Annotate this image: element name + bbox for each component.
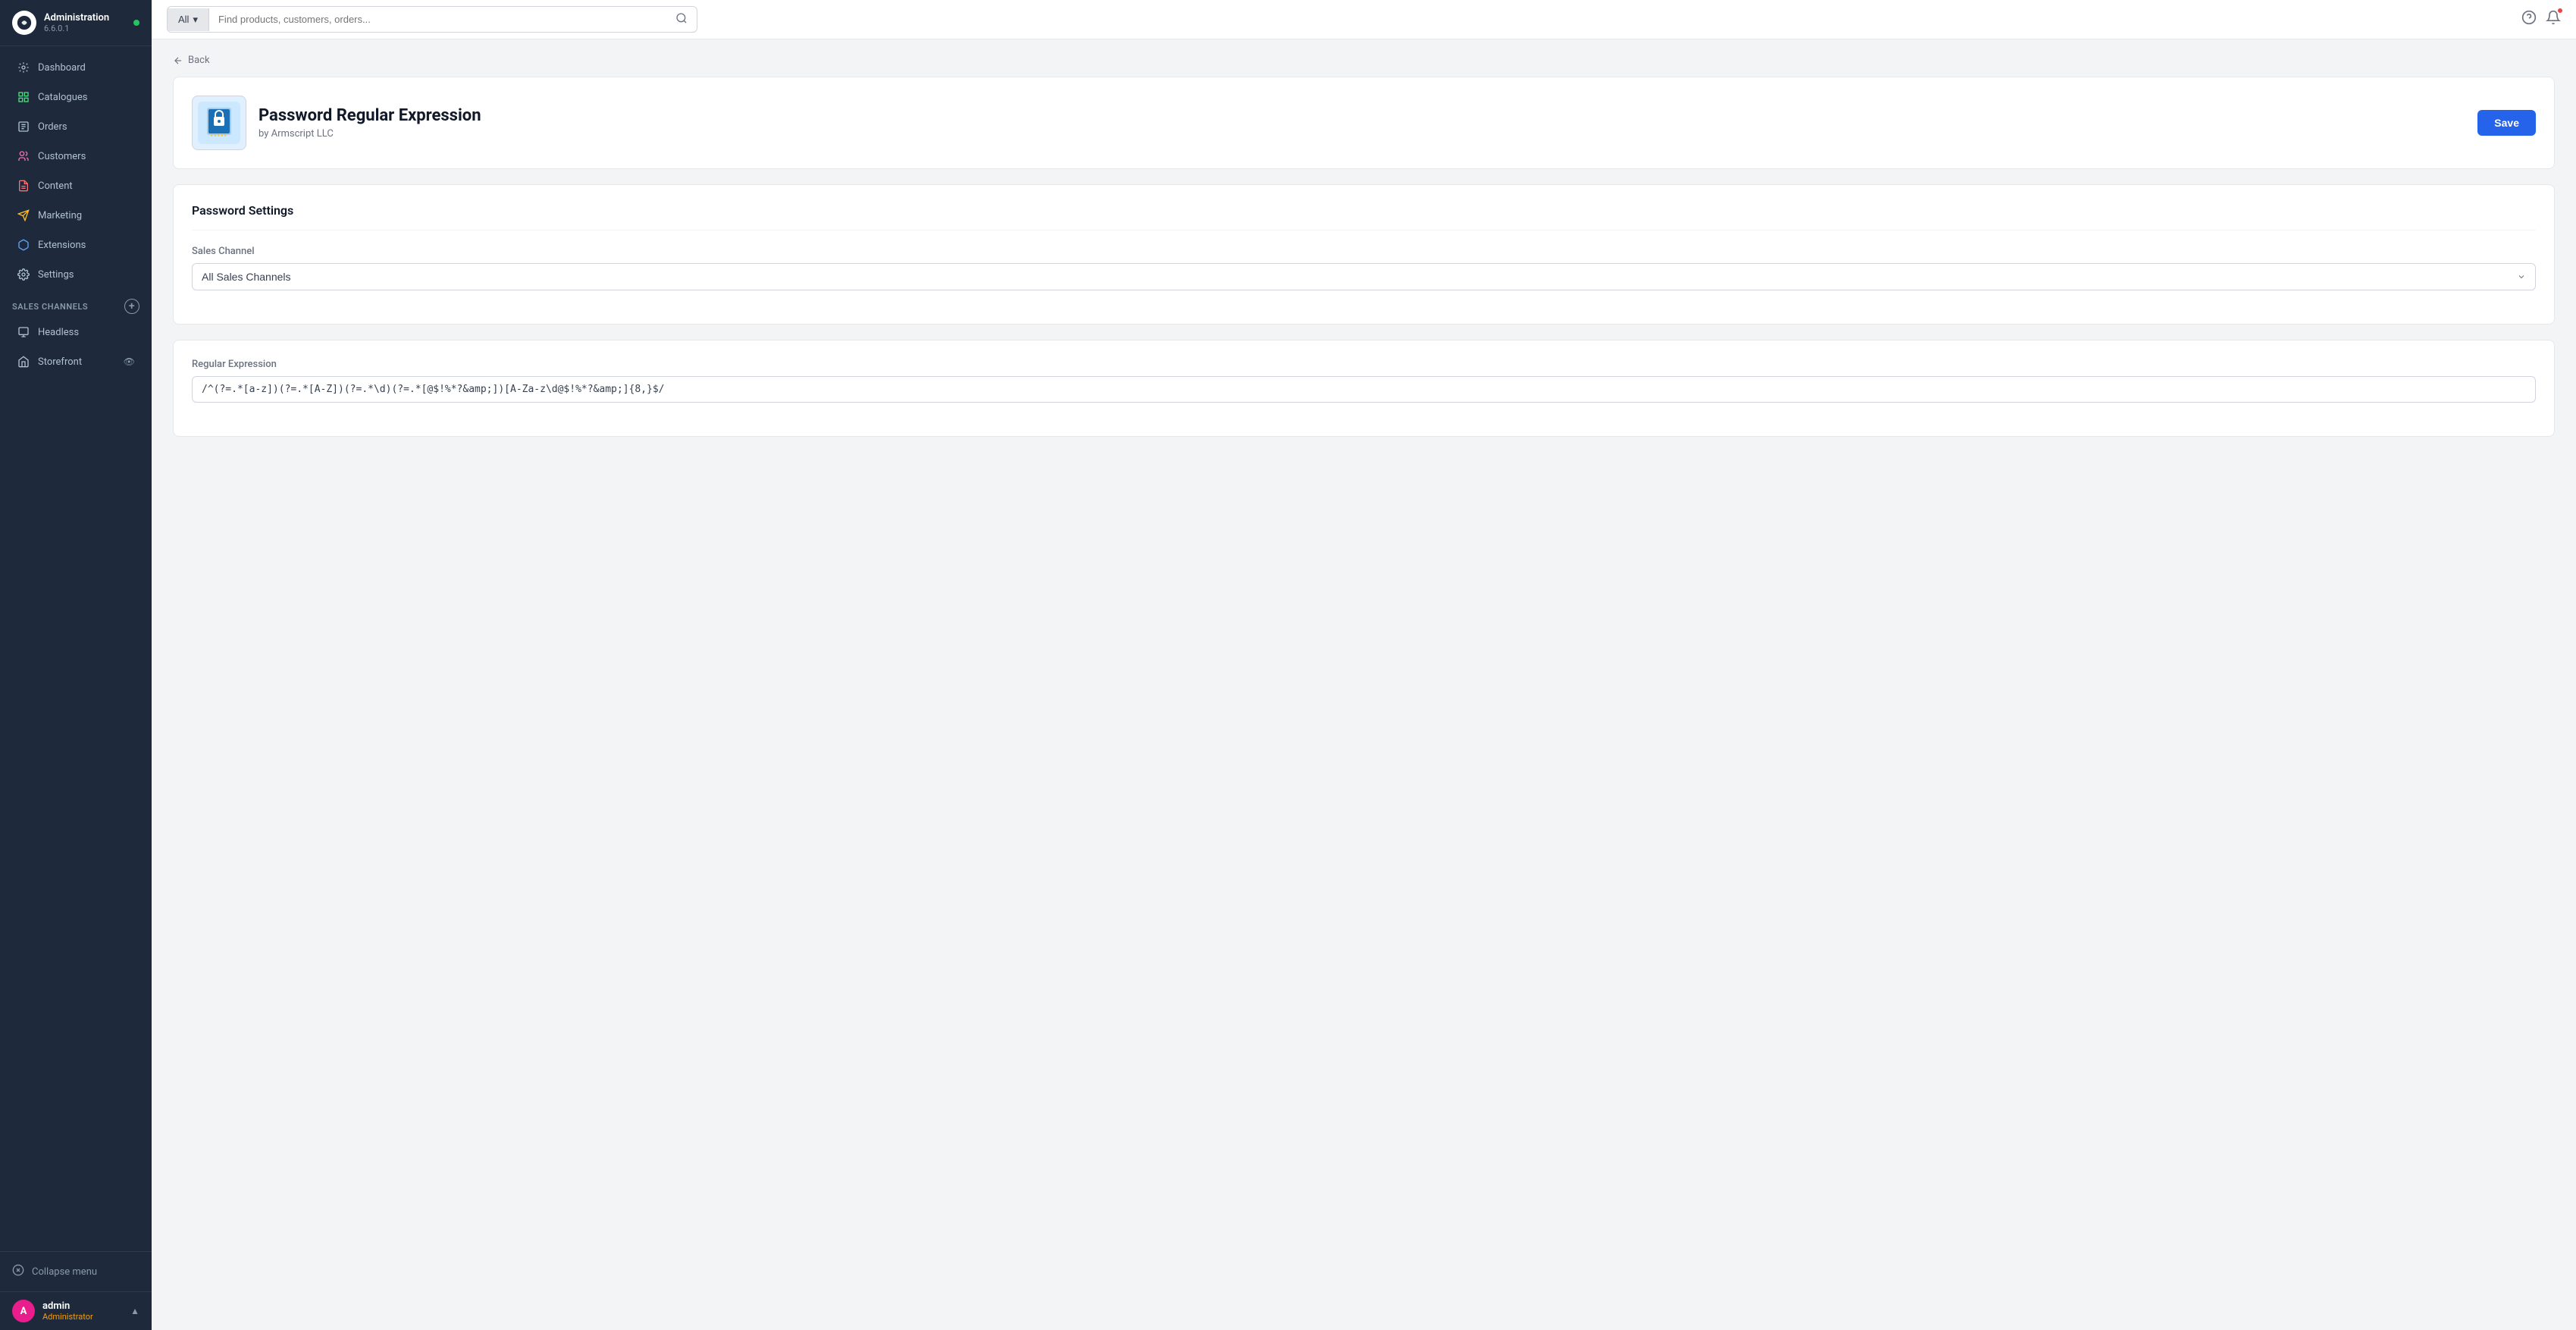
marketing-icon (17, 209, 30, 222)
plugin-by: by Armscript LLC (259, 128, 2465, 140)
settings-label: Settings (38, 269, 74, 281)
search-wrapper: All ▾ (167, 6, 697, 33)
app-version: 6.6.0.1 (44, 24, 126, 33)
plugin-logo: ★★★★★ (192, 96, 246, 150)
customers-label: Customers (38, 151, 86, 162)
catalogues-icon (17, 90, 30, 104)
main-nav: Dashboard Catalogues Orders Customers (0, 46, 152, 1251)
page-content: Back (152, 39, 2576, 1330)
password-settings-card: Password Settings Sales Channel All Sale… (173, 184, 2555, 325)
search-submit-button[interactable] (666, 7, 697, 32)
search-input[interactable] (209, 8, 666, 30)
regex-card: Regular Expression (173, 340, 2555, 437)
sales-channel-field: Sales Channel All Sales Channels (192, 246, 2536, 290)
collapse-menu-button[interactable]: Collapse menu (12, 1259, 139, 1284)
back-label: Back (188, 55, 210, 66)
storefront-eye-icon: 👁 (124, 356, 135, 367)
sidebar: Administration 6.6.0.1 Dashboard Catalog… (0, 0, 152, 1330)
user-chevron-icon: ▲ (130, 1306, 139, 1316)
plugin-title-area: Password Regular Expression by Armscript… (259, 106, 2465, 140)
back-arrow-icon (173, 55, 183, 66)
save-button[interactable]: Save (2477, 110, 2536, 136)
back-link[interactable]: Back (173, 55, 210, 66)
notifications-button[interactable] (2546, 10, 2561, 29)
sidebar-item-settings[interactable]: Settings (5, 260, 147, 289)
user-role: Administrator (42, 1312, 123, 1322)
app-info: Administration 6.6.0.1 (44, 12, 126, 33)
sidebar-item-extensions[interactable]: Extensions (5, 231, 147, 259)
search-all-label: All (178, 14, 189, 25)
search-all-chevron-icon: ▾ (193, 14, 198, 26)
customers-icon (17, 149, 30, 163)
help-button[interactable] (2521, 10, 2537, 29)
sales-channel-label: Sales Channel (192, 246, 2536, 257)
orders-label: Orders (38, 121, 67, 133)
add-sales-channel-button[interactable]: + (124, 299, 139, 314)
storefront-icon (17, 355, 30, 369)
plugin-header-card: ★★★★★ Password Regular Expression by Arm… (173, 77, 2555, 169)
collapse-icon (12, 1264, 24, 1279)
sidebar-header: Administration 6.6.0.1 (0, 0, 152, 46)
regex-label: Regular Expression (192, 359, 2536, 370)
marketing-label: Marketing (38, 210, 82, 221)
sales-channels-section: Sales Channels + (0, 290, 152, 317)
sales-channel-select[interactable]: All Sales Channels (192, 263, 2536, 290)
sidebar-item-dashboard[interactable]: Dashboard (5, 53, 147, 82)
collapse-label: Collapse menu (32, 1266, 97, 1278)
topbar-icons (2521, 10, 2561, 29)
user-row[interactable]: A admin Administrator ▲ (0, 1291, 152, 1330)
content-label: Content (38, 180, 73, 192)
sidebar-item-orders[interactable]: Orders (5, 112, 147, 141)
notification-badge (2556, 7, 2564, 14)
search-icon (675, 12, 688, 24)
app-name: Administration (44, 12, 126, 24)
app-logo (12, 11, 36, 35)
orders-icon (17, 120, 30, 133)
headless-icon (17, 325, 30, 339)
search-all-button[interactable]: All ▾ (168, 8, 209, 31)
avatar: A (12, 1300, 35, 1322)
sidebar-item-customers[interactable]: Customers (5, 142, 147, 171)
sidebar-item-headless[interactable]: Headless (5, 318, 147, 347)
dashboard-label: Dashboard (38, 62, 86, 74)
sidebar-item-content[interactable]: Content (5, 171, 147, 200)
storefront-label: Storefront (38, 356, 82, 368)
sidebar-footer: Collapse menu (0, 1251, 152, 1291)
main-area: All ▾ Back (152, 0, 2576, 1330)
headless-label: Headless (38, 327, 79, 338)
regex-input[interactable] (192, 376, 2536, 403)
sidebar-item-catalogues[interactable]: Catalogues (5, 83, 147, 111)
settings-icon (17, 268, 30, 281)
extensions-icon (17, 238, 30, 252)
regex-field: Regular Expression (192, 359, 2536, 403)
online-indicator (133, 20, 139, 26)
content-icon (17, 179, 30, 193)
help-icon (2521, 10, 2537, 25)
extensions-label: Extensions (38, 240, 86, 251)
sales-channels-label: Sales Channels (12, 302, 88, 312)
user-info: admin Administrator (42, 1300, 123, 1322)
password-settings-title: Password Settings (192, 203, 2536, 231)
catalogues-label: Catalogues (38, 92, 88, 103)
user-name: admin (42, 1300, 123, 1312)
sidebar-item-marketing[interactable]: Marketing (5, 201, 147, 230)
plugin-name: Password Regular Expression (259, 106, 2465, 125)
svg-text:★★★★★: ★★★★★ (210, 133, 227, 138)
dashboard-icon (17, 61, 30, 74)
topbar: All ▾ (152, 0, 2576, 39)
sidebar-item-storefront[interactable]: Storefront 👁 (5, 347, 147, 376)
